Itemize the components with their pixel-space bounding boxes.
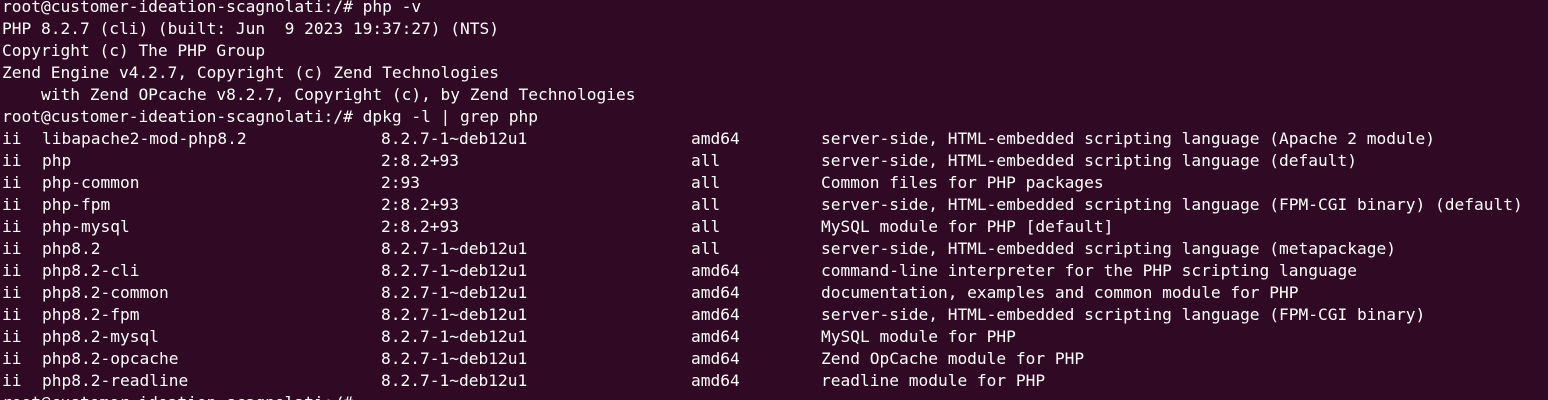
prompt-line-dpkg: root@customer-ideation-scagnolati:/# dpk… — [2, 107, 539, 126]
package-arch: all — [691, 217, 721, 236]
terminal-window[interactable]: root@customer-ideation-scagnolati:/# php… — [0, 0, 1548, 400]
package-description: readline module for PHP — [821, 371, 1046, 390]
package-arch: all — [691, 151, 721, 170]
package-status: ii — [2, 217, 22, 236]
package-name: php-fpm — [42, 195, 111, 214]
package-version: 8.2.7-1~deb12u1 — [381, 371, 528, 390]
package-description: server-side, HTML-embedded scripting lan… — [821, 305, 1426, 324]
package-version: 8.2.7-1~deb12u1 — [381, 305, 528, 324]
package-row: ii php8.2-opcache 8.2.7-1~deb12u1 amd64 … — [0, 348, 1548, 370]
package-name: php — [42, 151, 72, 170]
package-name: php8.2-mysql — [42, 327, 159, 346]
package-arch: amd64 — [691, 305, 740, 324]
package-name: php8.2-cli — [42, 261, 140, 280]
package-version: 8.2.7-1~deb12u1 — [381, 283, 528, 302]
package-row: ii php8.2-mysql 8.2.7-1~deb12u1 amd64 My… — [0, 326, 1548, 348]
package-arch: amd64 — [691, 349, 740, 368]
package-name: php-common — [42, 173, 140, 192]
package-arch: amd64 — [691, 371, 740, 390]
package-status: ii — [2, 261, 22, 280]
php-version-output: PHP 8.2.7 (cli) (built: Jun 9 2023 19:37… — [2, 19, 500, 38]
package-status: ii — [2, 129, 22, 148]
package-description: Common files for PHP packages — [821, 173, 1104, 192]
package-status: ii — [2, 239, 22, 258]
package-name: php8.2-opcache — [42, 349, 179, 368]
package-row: ii php8.2-common 8.2.7-1~deb12u1 amd64 d… — [0, 282, 1548, 304]
package-arch: amd64 — [691, 261, 740, 280]
package-version: 8.2.7-1~deb12u1 — [381, 239, 528, 258]
package-row: ii php-common 2:93 all Common files for … — [0, 172, 1548, 194]
package-row: ii php8.2-readline 8.2.7-1~deb12u1 amd64… — [0, 370, 1548, 392]
package-row: ii php 2:8.2+93 all server-side, HTML-em… — [0, 150, 1548, 172]
package-row: ii libapache2-mod-php8.2 8.2.7-1~deb12u1… — [0, 128, 1548, 150]
package-status: ii — [2, 283, 22, 302]
package-version: 8.2.7-1~deb12u1 — [381, 129, 528, 148]
package-description: Zend OpCache module for PHP — [821, 349, 1085, 368]
package-status: ii — [2, 327, 22, 346]
package-status: ii — [2, 151, 22, 170]
package-version: 8.2.7-1~deb12u1 — [381, 349, 528, 368]
package-version: 8.2.7-1~deb12u1 — [381, 261, 528, 280]
package-description: MySQL module for PHP [default] — [821, 217, 1114, 236]
package-status: ii — [2, 349, 22, 368]
package-status: ii — [2, 173, 22, 192]
package-name: php8.2-readline — [42, 371, 189, 390]
package-description: server-side, HTML-embedded scripting lan… — [821, 129, 1435, 148]
package-version: 2:8.2+93 — [381, 195, 459, 214]
package-name: php8.2-fpm — [42, 305, 140, 324]
package-row: ii php8.2 8.2.7-1~deb12u1 all server-sid… — [0, 238, 1548, 260]
package-name: php8.2 — [42, 239, 101, 258]
package-description: server-side, HTML-embedded scripting lan… — [821, 239, 1396, 258]
package-arch: amd64 — [691, 283, 740, 302]
package-version: 2:93 — [381, 173, 420, 192]
package-arch: all — [691, 173, 721, 192]
package-row: ii php-mysql 2:8.2+93 all MySQL module f… — [0, 216, 1548, 238]
package-version: 2:8.2+93 — [381, 217, 459, 236]
package-version: 8.2.7-1~deb12u1 — [381, 327, 528, 346]
package-description: server-side, HTML-embedded scripting lan… — [821, 195, 1523, 214]
package-status: ii — [2, 305, 22, 324]
prompt-line-php-version: root@customer-ideation-scagnolati:/# php… — [2, 0, 422, 16]
zend-engine-output: Zend Engine v4.2.7, Copyright (c) Zend T… — [2, 63, 500, 82]
prompt-line-current[interactable]: root@customer-ideation-scagnolati:/# — [2, 392, 353, 400]
package-description: MySQL module for PHP — [821, 327, 1016, 346]
package-status: ii — [2, 371, 22, 390]
package-name: php-mysql — [42, 217, 130, 236]
package-description: command-line interpreter for the PHP scr… — [821, 261, 1358, 280]
package-version: 2:8.2+93 — [381, 151, 459, 170]
package-status: ii — [2, 195, 22, 214]
package-description: documentation, examples and common modul… — [821, 283, 1299, 302]
package-arch: amd64 — [691, 129, 740, 148]
package-row: ii php8.2-cli 8.2.7-1~deb12u1 amd64 comm… — [0, 260, 1548, 282]
package-row: ii php-fpm 2:8.2+93 all server-side, HTM… — [0, 194, 1548, 216]
package-name: libapache2-mod-php8.2 — [42, 129, 247, 148]
package-arch: amd64 — [691, 327, 740, 346]
php-copyright-output: Copyright (c) The PHP Group — [2, 41, 266, 60]
package-description: server-side, HTML-embedded scripting lan… — [821, 151, 1358, 170]
zend-opcache-output: with Zend OPcache v8.2.7, Copyright (c),… — [2, 85, 636, 104]
package-row: ii php8.2-fpm 8.2.7-1~deb12u1 amd64 serv… — [0, 304, 1548, 326]
package-arch: all — [691, 195, 721, 214]
package-name: php8.2-common — [42, 283, 169, 302]
package-arch: all — [691, 239, 721, 258]
